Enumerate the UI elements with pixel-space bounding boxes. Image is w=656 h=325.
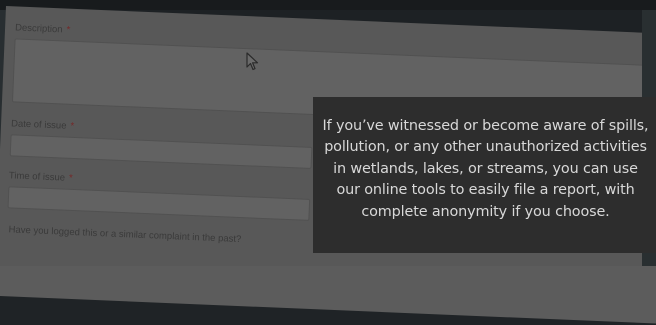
required-marker: *: [68, 172, 73, 184]
description-label: Description *: [14, 22, 71, 36]
time-input[interactable]: [7, 186, 311, 221]
top-strip: [0, 0, 656, 10]
time-label: Time of issue *: [8, 170, 73, 184]
logged-question-label: Have you logged this or a similar compla…: [8, 224, 242, 246]
date-input[interactable]: [9, 134, 313, 169]
required-marker: *: [66, 24, 71, 36]
date-label: Date of issue *: [10, 118, 75, 132]
info-box: If you’ve witnessed or become aware of s…: [313, 97, 656, 253]
info-text: If you’ve witnessed or become aware of s…: [322, 118, 649, 220]
mouse-pointer-icon: [246, 52, 260, 77]
required-marker: *: [70, 120, 75, 132]
